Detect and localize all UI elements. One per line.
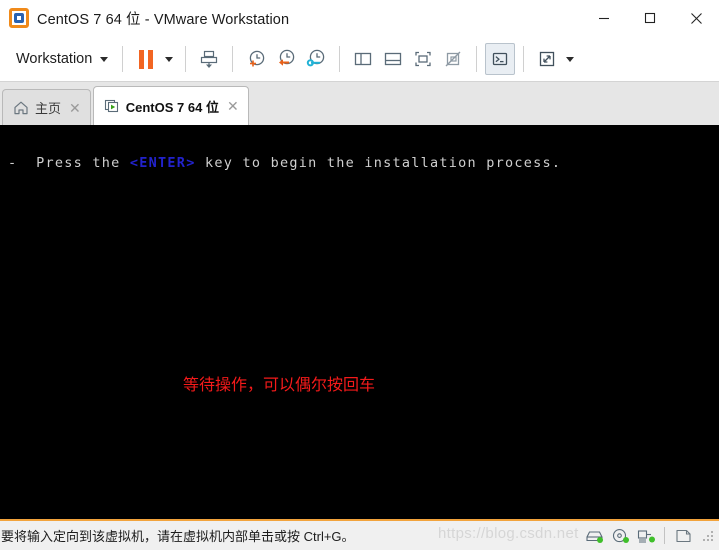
window-controls: [581, 0, 719, 36]
annotation-text: 等待操作，可以偶尔按回车: [183, 377, 376, 394]
console-prompt-prefix: - Press the: [8, 155, 130, 171]
take-snapshot-button[interactable]: [194, 43, 224, 75]
snapshot-manager-button[interactable]: [301, 43, 331, 75]
chevron-down-icon: [165, 56, 174, 62]
tab-centos-vm-close-icon[interactable]: ✕: [225, 99, 241, 113]
title-bar: CentOS 7 64 位 - VMware Workstation: [0, 0, 719, 37]
snapshot-take-icon: [201, 50, 218, 68]
resize-grip-icon[interactable]: [701, 529, 715, 543]
watermark-text: https://blog.csdn.net: [438, 525, 579, 542]
status-usb-icon[interactable]: [673, 527, 693, 545]
show-thumbnails-button[interactable]: [378, 43, 408, 75]
home-icon: [14, 101, 28, 114]
toolbar-separator: [523, 46, 525, 72]
fit-window-disabled-button[interactable]: [438, 43, 468, 75]
vmware-workstation-window: CentOS 7 64 位 - VMware Workstation Works…: [0, 0, 719, 550]
tab-home-close-icon[interactable]: ✕: [67, 101, 83, 115]
status-cdrom-icon[interactable]: [610, 527, 630, 545]
suspend-dropdown-button[interactable]: [161, 43, 177, 75]
suspend-button[interactable]: [131, 43, 161, 75]
snapshot-new-button[interactable]: [241, 43, 271, 75]
panel-left-icon: [355, 52, 372, 66]
minimize-button[interactable]: [581, 0, 627, 36]
pause-icon: [139, 49, 154, 69]
status-device-icons: [584, 521, 715, 550]
revert-snapshot-button[interactable]: [271, 43, 301, 75]
close-button[interactable]: [673, 0, 719, 36]
chevron-down-icon: [566, 56, 575, 62]
show-library-button[interactable]: [348, 43, 378, 75]
tab-home[interactable]: 主页 ✕: [2, 89, 91, 125]
toolbar-separator: [122, 46, 124, 72]
tab-centos-vm-label: CentOS 7 64 位: [125, 99, 219, 115]
vm-running-icon: [104, 99, 118, 113]
workstation-menu-label: Workstation: [16, 51, 93, 67]
toolbar-separator: [185, 46, 187, 72]
fit-guest-button[interactable]: [408, 43, 438, 75]
console-install-prompt: - Press the <ENTER> key to begin the ins…: [8, 155, 561, 171]
status-separator: [664, 527, 665, 544]
fit-window-off-icon: [445, 51, 461, 67]
console-enter-key: <ENTER>: [129, 155, 196, 171]
tab-centos-vm[interactable]: CentOS 7 64 位 ✕: [92, 86, 249, 125]
toolbar-separator: [232, 46, 234, 72]
vm-tab-bar: 主页 ✕ CentOS 7 64 位 ✕: [0, 82, 719, 125]
fullscreen-icon: [540, 51, 555, 67]
panel-bottom-icon: [385, 52, 402, 66]
window-title: CentOS 7 64 位 - VMware Workstation: [37, 11, 290, 28]
clock-plus-icon: [250, 50, 265, 67]
clock-wrench-icon: [307, 49, 325, 67]
chevron-down-icon: [100, 56, 109, 62]
status-message: 要将输入定向到该虚拟机，请在虚拟机内部单击或按 Ctrl+G。: [1, 529, 355, 544]
status-network-icon[interactable]: [636, 527, 656, 545]
workstation-menu-button[interactable]: Workstation: [8, 47, 114, 71]
vmware-logo-icon: [9, 8, 29, 28]
tab-home-label: 主页: [35, 101, 62, 116]
status-harddisk-icon[interactable]: [584, 527, 604, 545]
toolbar-separator: [476, 46, 478, 72]
fullscreen-button[interactable]: [532, 43, 562, 75]
status-bar: 要将输入定向到该虚拟机，请在虚拟机内部单击或按 Ctrl+G。 https://…: [0, 519, 719, 550]
console-prompt-suffix: key to begin the installation process.: [195, 155, 562, 171]
maximize-button[interactable]: [627, 0, 673, 36]
terminal-icon: [493, 52, 508, 66]
console-view-button[interactable]: [485, 43, 516, 75]
fullscreen-dropdown-button[interactable]: [562, 43, 578, 75]
main-toolbar: Workstation: [0, 37, 719, 82]
vm-console-screen[interactable]: - Press the <ENTER> key to begin the ins…: [0, 125, 719, 519]
toolbar-separator: [339, 46, 341, 72]
clock-revert-icon: [279, 49, 295, 66]
fit-guest-icon: [415, 51, 431, 67]
